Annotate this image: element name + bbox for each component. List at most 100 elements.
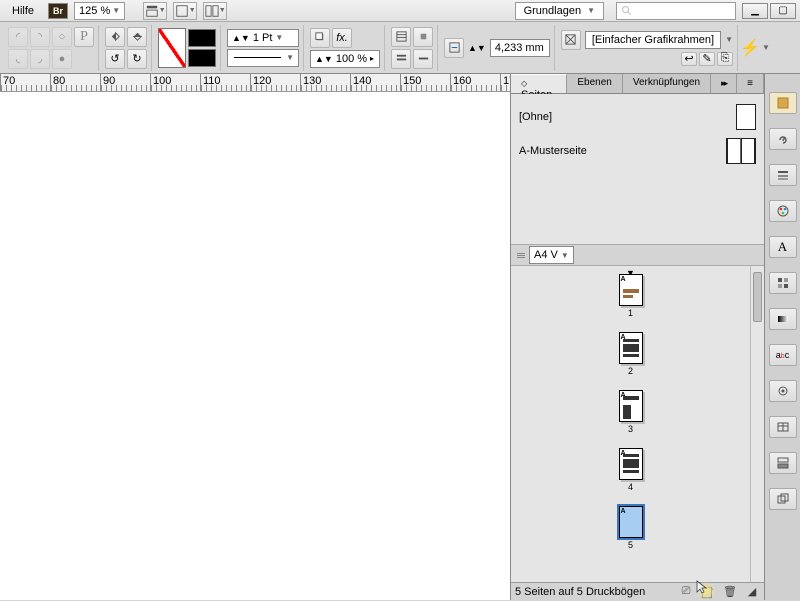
page-item[interactable]: A4 [511, 448, 750, 492]
cell-styles-rail-icon[interactable] [769, 452, 797, 474]
wrap-bbox-button[interactable] [413, 27, 433, 47]
delete-page-button[interactable]: 🗑 [722, 585, 738, 599]
corner-tr-button[interactable]: ◝ [30, 27, 50, 47]
ruler-tick: 100 [150, 74, 200, 91]
corner-br-button[interactable]: ◞ [30, 49, 50, 69]
ruler-tick: 130 [300, 74, 350, 91]
page-item[interactable]: A5 [511, 506, 750, 550]
page-thumbnail[interactable]: A [619, 274, 643, 306]
style-options-button[interactable]: ⎘ [717, 52, 733, 66]
wrap-jump-button[interactable] [413, 49, 433, 69]
character-rail-icon[interactable]: A [769, 236, 797, 258]
corner-bl-button[interactable]: ◟ [8, 49, 28, 69]
table-rail-icon[interactable] [769, 416, 797, 438]
edit-page-size-button[interactable]: ⎚ [678, 585, 694, 599]
quick-apply-icon[interactable]: ⚡ [740, 38, 760, 58]
page-size-dropdown[interactable]: A4 V ▼ [529, 246, 574, 264]
page-number-label: 3 [628, 424, 633, 434]
window-controls: ▁ ▢ [742, 3, 796, 19]
circle-button[interactable]: ● [52, 49, 72, 69]
object-styles-rail-icon[interactable] [769, 488, 797, 510]
page-thumbnail[interactable]: A [619, 448, 643, 480]
panel-tab-bar: ◇ Seiten Ebenen Verknüpfungen ▸▸ ≡ [511, 74, 764, 94]
stroke-rail-icon[interactable] [769, 164, 797, 186]
master-none-thumb[interactable] [736, 104, 756, 130]
color-rail-icon[interactable] [769, 200, 797, 222]
ruler-tick: 140 [350, 74, 400, 91]
textwrap-group [387, 25, 438, 71]
resize-grip-icon: ◢ [744, 585, 760, 599]
opacity-field[interactable]: ▲▼ 100 % ▸ [310, 50, 380, 68]
view-options-button-1[interactable]: ▼ [143, 2, 167, 20]
view-options-button-2[interactable]: ▼ [173, 2, 197, 20]
tab-pages[interactable]: ◇ Seiten [511, 74, 567, 93]
page-thumbnail[interactable]: A [619, 332, 643, 364]
panel-status-bar: 5 Seiten auf 5 Druckbögen ⎚ 🗑 ◢ [511, 582, 764, 600]
glyphs-rail-icon[interactable]: abc [769, 344, 797, 366]
flip-h-button[interactable] [105, 27, 125, 47]
page-thumbnail[interactable]: A [619, 506, 643, 538]
page-item[interactable]: A3 [511, 390, 750, 434]
page-item[interactable]: A1 [511, 274, 750, 318]
rotate-cw-button[interactable]: ↻ [127, 49, 147, 69]
stroke-style-dropdown[interactable]: ▼ [227, 49, 299, 67]
workspace-switcher[interactable]: Grundlagen ▼ [515, 2, 604, 20]
collapse-panel-button[interactable]: ▸▸ [711, 74, 737, 93]
pages-panel: ◇ Seiten Ebenen Verknüpfungen ▸▸ ≡ [Ohne… [510, 74, 764, 600]
drop-shadow-button[interactable] [310, 28, 330, 48]
master-none-row[interactable]: [Ohne] [519, 100, 756, 134]
master-a-label: A-Musterseite [519, 145, 587, 157]
object-style-icon[interactable] [561, 30, 581, 50]
tab-links[interactable]: Verknüpfungen [623, 74, 711, 93]
object-style-dropdown[interactable]: [Einfacher Grafikrahmen] [585, 31, 721, 49]
pages-scrollbar[interactable] [750, 266, 764, 582]
flip-v-button[interactable] [127, 27, 147, 47]
width-value: 4,233 mm [495, 42, 544, 54]
links-rail-icon[interactable] [769, 128, 797, 150]
bridge-button[interactable]: Br [48, 3, 68, 19]
arrange-button[interactable]: ▼ [203, 2, 227, 20]
swatches-rail-icon[interactable] [769, 272, 797, 294]
stroke-swatch[interactable] [188, 29, 216, 47]
width-field[interactable]: 4,233 mm [490, 39, 550, 57]
chevron-down-icon: ▼ [112, 6, 120, 15]
page-number-label: 2 [628, 366, 633, 376]
wrap-none-button[interactable] [391, 27, 411, 47]
type-tool-button[interactable]: P [74, 27, 94, 47]
pages-list[interactable]: ▼ A1A2A3A4A5 [511, 266, 750, 582]
fill-swatch[interactable] [158, 28, 186, 68]
search-input[interactable] [616, 2, 736, 20]
page-item[interactable]: A2 [511, 332, 750, 376]
ellipse-button[interactable]: ○ [52, 27, 72, 47]
menu-help[interactable]: Hilfe [4, 3, 42, 19]
chevron-down-icon: ▼ [587, 6, 595, 15]
effects-button[interactable]: fx. [332, 28, 352, 48]
grip-icon[interactable] [517, 253, 525, 258]
new-style-button[interactable]: ✎ [699, 52, 715, 66]
fill-stroke-group [154, 25, 221, 71]
stroke-swatch-2[interactable] [188, 49, 216, 67]
wrap-shape-button[interactable] [391, 49, 411, 69]
master-badge: A [621, 276, 626, 283]
maximize-button[interactable]: ▢ [770, 3, 796, 19]
page-thumbnail[interactable]: A [619, 390, 643, 422]
pages-rail-icon[interactable] [769, 92, 797, 114]
zoom-level-field[interactable]: 125 % ▼ [74, 2, 125, 20]
new-page-button[interactable] [700, 585, 716, 599]
master-a-row[interactable]: A-Musterseite [519, 134, 756, 168]
document-canvas[interactable] [0, 92, 510, 600]
rotate-ccw-button[interactable]: ↺ [105, 49, 125, 69]
shape-tools-group: ◜ ◝ ○ P ◟ ◞ ● [4, 25, 99, 71]
corner-tl-button[interactable]: ◜ [8, 27, 28, 47]
constrain-frame-icon[interactable] [444, 38, 464, 58]
master-a-thumb[interactable] [726, 138, 756, 164]
clear-override-button[interactable]: ↩ [681, 52, 697, 66]
panel-menu-button[interactable]: ≡ [737, 74, 764, 93]
tab-layers[interactable]: Ebenen [567, 74, 622, 93]
story-rail-icon[interactable] [769, 380, 797, 402]
align-group: ↺ ↻ [101, 25, 152, 71]
opacity-value: 100 % [336, 53, 367, 65]
stroke-weight-field[interactable]: ▲▼ 1 Pt ▼ [227, 29, 299, 47]
gradient-rail-icon[interactable] [769, 308, 797, 330]
minimize-button[interactable]: ▁ [742, 3, 768, 19]
